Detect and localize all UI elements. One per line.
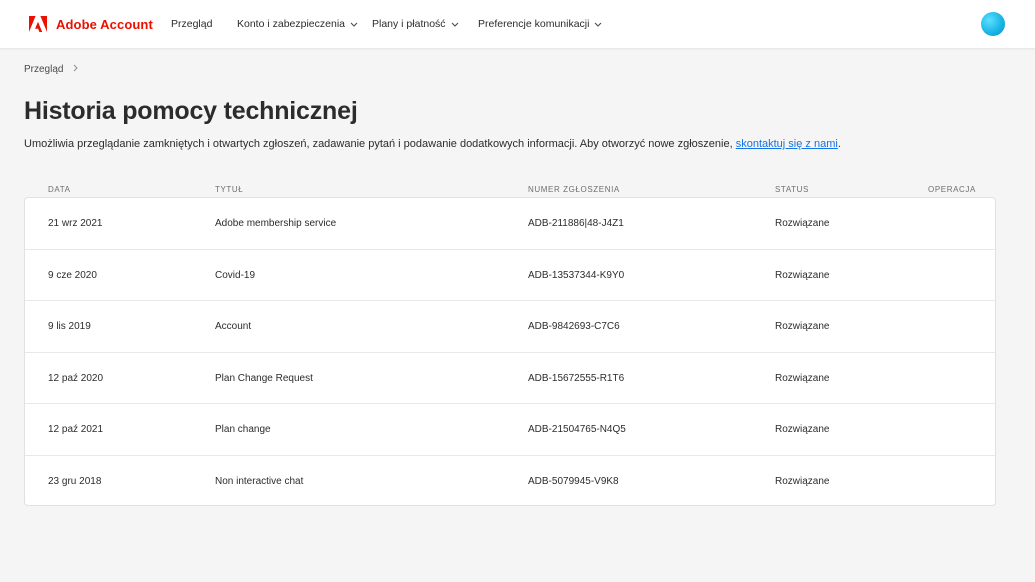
cell-ticket-number: ADB-21504765-N4Q5 [528, 424, 626, 435]
table-row[interactable]: 9 cze 2020 Covid-19 ADB-13537344-K9Y0 Ro… [25, 250, 995, 301]
breadcrumb: Przegląd [24, 64, 79, 75]
column-header-action: OPERACJA [928, 185, 976, 194]
cell-ticket-number: ADB-5079945-V9K8 [528, 475, 619, 487]
nav-item-label: Plany i płatność [372, 18, 446, 30]
cell-status: Rozwiązane [775, 321, 830, 332]
support-history-table: 21 wrz 2021 Adobe membership service ADB… [24, 197, 996, 506]
description-end: . [837, 138, 841, 150]
table-row[interactable]: 9 lis 2019 Account ADB-9842693-C7C6 Rozw… [25, 301, 995, 353]
cell-status: Rozwiązane [775, 424, 830, 435]
cell-date: 9 cze 2020 [48, 269, 97, 281]
breadcrumb-link-overview[interactable]: Przegląd [24, 64, 63, 75]
cell-status: Rozwiązane [775, 475, 830, 487]
nav-item-account-security[interactable]: Konto i zabezpieczenia [237, 18, 358, 30]
nav-item-plans-payment[interactable]: Plany i płatność [372, 18, 459, 30]
column-header-status: STATUS [775, 185, 809, 194]
table-row[interactable]: 23 gru 2018 Non interactive chat ADB-507… [25, 456, 995, 508]
cell-date: 21 wrz 2021 [48, 218, 103, 229]
adobe-logo-icon [29, 16, 47, 32]
cell-title: Account [215, 321, 252, 332]
cell-ticket-number: ADB-13537344-K9Y0 [528, 269, 625, 281]
cell-title: Covid-19 [215, 269, 256, 281]
nav-item-label: Przegląd [171, 18, 213, 30]
chevron-down-icon [350, 18, 358, 30]
chevron-right-icon [73, 64, 79, 75]
cell-title: Plan change [215, 424, 271, 435]
chevron-down-icon [594, 18, 602, 30]
cell-title: Plan Change Request [215, 372, 313, 384]
cell-title: Non interactive chat [215, 475, 304, 487]
column-header-ticket-number: NUMER ZGŁOSZENIA [528, 185, 620, 194]
nav-item-overview[interactable]: Przegląd [171, 18, 212, 30]
table-row[interactable]: 21 wrz 2021 Adobe membership service ADB… [25, 198, 995, 250]
cell-status: Rozwiązane [775, 218, 830, 229]
nav-item-label: Preferencje komunikacji [478, 18, 590, 30]
cell-title: Adobe membership service [215, 218, 337, 229]
cell-date: 12 paź 2020 [48, 372, 104, 384]
nav-item-label: Konto i zabezpieczenia [237, 18, 345, 30]
contact-us-link[interactable]: skontaktuj się z nami [736, 138, 838, 150]
description-text: Umożliwia przeglądanie zamkniętych i otw… [24, 138, 736, 150]
chevron-down-icon [451, 18, 459, 30]
column-header-date: DATA [48, 185, 71, 194]
nav-item-communication-preferences[interactable]: Preferencje komunikacji [478, 18, 602, 30]
page-title: Historia pomocy technicznej [24, 97, 358, 125]
brand-link[interactable]: Adobe Account [29, 14, 153, 34]
cell-ticket-number: ADB-9842693-C7C6 [528, 321, 620, 332]
column-header-title: TYTUŁ [215, 185, 244, 194]
brand-name: Adobe Account [56, 16, 153, 32]
page-description: Umożliwia przeglądanie zamkniętych i otw… [24, 138, 841, 150]
cell-status: Rozwiązane [775, 372, 830, 384]
user-avatar[interactable] [981, 12, 1005, 36]
cell-status: Rozwiązane [775, 269, 830, 281]
cell-date: 9 lis 2019 [48, 321, 91, 332]
cell-date: 23 gru 2018 [48, 475, 102, 487]
table-row[interactable]: 12 paź 2020 Plan Change Request ADB-1567… [25, 353, 995, 404]
table-row[interactable]: 12 paź 2021 Plan change ADB-21504765-N4Q… [25, 404, 995, 456]
top-navigation: Adobe Account Przegląd Konto i zabezpiec… [0, 0, 1035, 48]
cell-date: 12 paź 2021 [48, 424, 104, 435]
cell-ticket-number: ADB-15672555-R1T6 [528, 372, 625, 384]
cell-ticket-number: ADB-211886|48-J4Z1 [528, 218, 624, 229]
